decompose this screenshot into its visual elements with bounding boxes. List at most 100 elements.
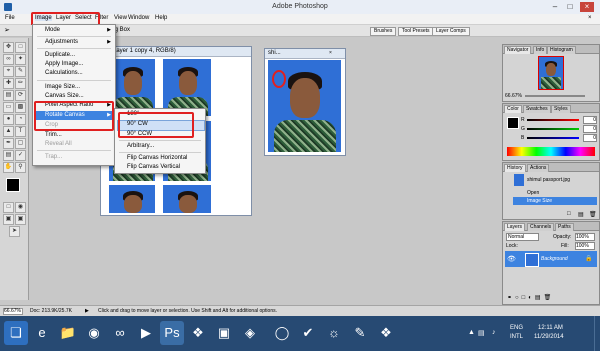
app-icon-8[interactable]: ▣ [212, 321, 236, 345]
green-value[interactable]: 0 [583, 125, 597, 133]
type-tool-icon[interactable]: T [15, 126, 26, 137]
layer-name[interactable]: Background [541, 256, 568, 262]
move-tool-icon[interactable]: ➢ [4, 27, 14, 34]
menu-item-duplicate[interactable]: Duplicate... [45, 52, 75, 58]
close-button[interactable]: × [580, 2, 594, 12]
menu-item-apply-image[interactable]: Apply Image... [45, 61, 83, 67]
healing-brush-icon[interactable]: ✚ [3, 78, 14, 89]
red-slider[interactable] [527, 119, 579, 121]
blue-slider[interactable] [527, 137, 579, 139]
menu-item-image-size[interactable]: Image Size... [45, 84, 80, 90]
eraser-tool-icon[interactable]: ▭ [3, 102, 14, 113]
crop-tool-icon[interactable]: ⌖ [3, 66, 14, 77]
menu-file[interactable]: File [5, 15, 15, 21]
layer-actions-icons[interactable]: ⚭○□◐▤🗑 [507, 294, 554, 301]
lasso-tool-icon[interactable]: ∞ [3, 54, 14, 65]
blend-mode-select[interactable]: Normal [506, 233, 539, 241]
tray-network-icon[interactable]: ▤ [478, 329, 485, 337]
eyedropper-tool-icon[interactable]: ✓ [15, 150, 26, 161]
history-trash-icon[interactable]: 🗑 [589, 211, 597, 218]
sublime-icon[interactable]: ▶ [134, 321, 158, 345]
magic-wand-icon[interactable]: ✦ [15, 54, 26, 65]
app-icon-13[interactable]: ✎ [348, 321, 372, 345]
tray-language[interactable]: ENG [510, 325, 523, 331]
screen-mode-2-icon[interactable]: ▣ [15, 214, 26, 225]
tab-styles[interactable]: Styles [551, 105, 571, 113]
minimize-button[interactable]: – [548, 2, 562, 12]
slice-tool-icon[interactable]: ✎ [15, 66, 26, 77]
blur-tool-icon[interactable]: ● [3, 114, 14, 125]
maximize-button[interactable]: □ [563, 2, 577, 12]
status-play-icon[interactable]: ▶ [85, 308, 89, 314]
navigator-thumbnail[interactable] [538, 56, 564, 90]
app-icon-7[interactable]: ❖ [186, 321, 210, 345]
notes-tool-icon[interactable]: ▤ [3, 150, 14, 161]
history-new-document-icon[interactable]: ▤ [578, 211, 584, 218]
layer-row-background[interactable]: 👁 Background 🔒 [505, 251, 597, 267]
stamp-tool-icon[interactable]: ▤ [3, 90, 14, 101]
tab-histogram[interactable]: Histogram [547, 46, 576, 54]
history-snapshot-name[interactable]: shimul passport.jpg [527, 177, 570, 183]
menu-item-adjustments[interactable]: Adjustments [45, 39, 78, 45]
status-zoom[interactable]: 66.67% [3, 308, 23, 315]
menu-help[interactable]: Help [155, 15, 167, 21]
zoom-tool-icon[interactable]: ⚲ [15, 162, 26, 173]
layer-comps-tab[interactable]: Layer Comps [432, 27, 470, 36]
menu-item-calculations[interactable]: Calculations... [45, 70, 83, 76]
new-snapshot-icon[interactable]: □ [567, 211, 571, 217]
tray-arrow-icon[interactable]: ▲ [468, 329, 475, 336]
tab-paths[interactable]: Paths [555, 223, 574, 231]
tray-date[interactable]: 11/29/2014 [534, 334, 564, 340]
visual-studio-icon[interactable]: ∞ [108, 321, 132, 345]
tray-volume-icon[interactable]: ♪ [492, 329, 496, 336]
marquee-tool-icon[interactable]: □ [15, 42, 26, 53]
hand-tool-icon[interactable]: ✋ [3, 162, 14, 173]
tab-layers[interactable]: Layers [504, 223, 526, 231]
show-desktop-button[interactable] [594, 316, 600, 351]
menu-window[interactable]: Window [128, 15, 149, 21]
second-doc-close-icon[interactable]: × [329, 50, 332, 56]
menu-view[interactable]: View [114, 15, 127, 21]
navigator-zoom-value[interactable]: 66.67% [505, 93, 522, 99]
jump-to-imageready-icon[interactable]: ➤ [9, 226, 20, 237]
fill-input[interactable]: 100% [575, 242, 595, 250]
dodge-tool-icon[interactable]: ◔ [15, 114, 26, 125]
menu-item-canvas-size[interactable]: Canvas Size... [45, 93, 84, 99]
tool-presets-tab[interactable]: Tool Presets [398, 27, 434, 36]
tab-navigator[interactable]: Navigator [504, 46, 532, 54]
tray-time[interactable]: 12:11 AM [538, 325, 563, 331]
menu-item-trim[interactable]: Trim... [45, 132, 62, 138]
blue-value[interactable]: 0 [583, 134, 597, 142]
screen-mode-1-icon[interactable]: ▣ [3, 214, 14, 225]
submenu-item-flip-vertical[interactable]: Flip Canvas Vertical [127, 164, 180, 170]
app-icon-14[interactable]: ❖ [374, 321, 398, 345]
chrome-icon[interactable]: ◉ [82, 321, 106, 345]
move-tool-icon[interactable]: ✥ [3, 42, 14, 53]
red-value[interactable]: 0 [583, 116, 597, 124]
ie-icon[interactable]: e [30, 321, 54, 345]
tab-actions[interactable]: Actions [527, 164, 550, 172]
app-icon-9[interactable]: ◈ [238, 321, 262, 345]
photoshop-taskbar-icon[interactable]: Ps [160, 321, 184, 345]
history-brush-icon[interactable]: ⟳ [15, 90, 26, 101]
path-selection-icon[interactable]: ▲ [3, 126, 14, 137]
standard-mode-icon[interactable]: □ [3, 202, 14, 213]
layer-visibility-eye-icon[interactable]: 👁 [507, 255, 516, 263]
tab-swatches[interactable]: Swatches [523, 105, 551, 113]
pen-tool-icon[interactable]: ✒ [3, 138, 14, 149]
green-slider[interactable] [527, 128, 579, 130]
tab-history[interactable]: History [504, 164, 526, 172]
color-foreground-swatch[interactable] [507, 117, 519, 129]
tab-channels[interactable]: Channels [527, 223, 555, 231]
submenu-item-arbitrary[interactable]: Arbitrary... [127, 143, 154, 149]
start-button-icon[interactable]: ❏ [4, 321, 28, 345]
foreground-color-swatch[interactable] [6, 178, 20, 192]
tab-color[interactable]: Color [504, 105, 522, 113]
app-icon-11[interactable]: ✔ [296, 321, 320, 345]
menu-item-mode[interactable]: Mode [45, 27, 60, 33]
brushes-tab[interactable]: Brushes [370, 27, 397, 36]
gradient-tool-icon[interactable]: ▩ [15, 102, 26, 113]
shape-tool-icon[interactable]: ▢ [15, 138, 26, 149]
firefox-icon[interactable]: ☼ [322, 321, 346, 345]
history-state-image-size[interactable]: Image Size [527, 198, 552, 204]
